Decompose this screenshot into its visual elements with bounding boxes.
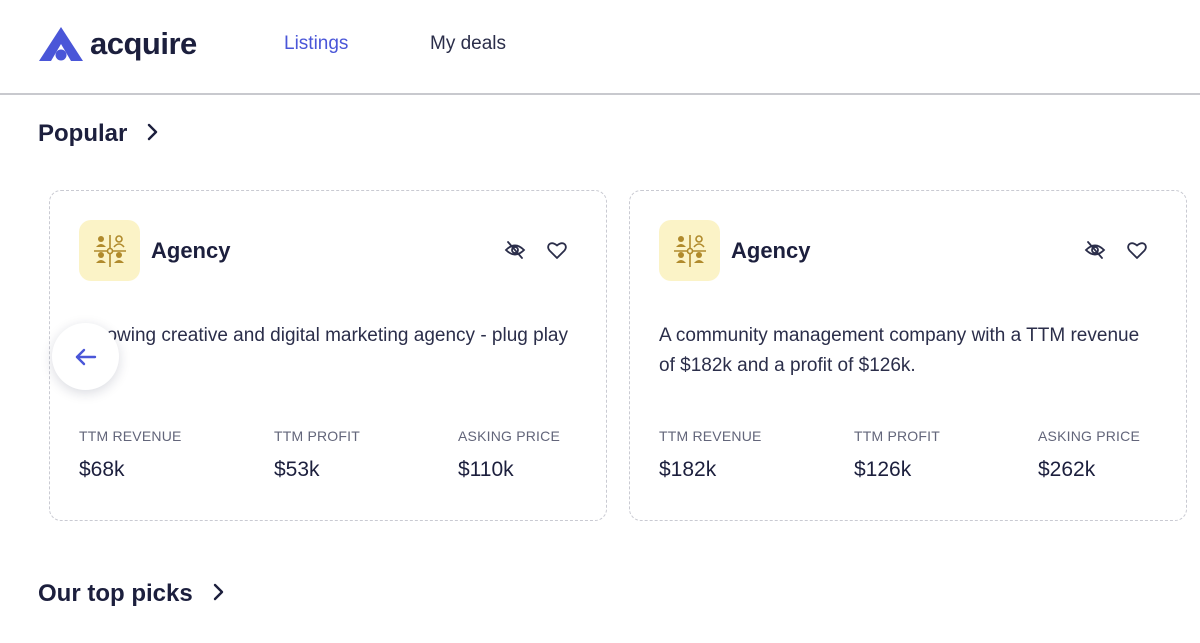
metric-value: $262k — [1038, 458, 1096, 481]
metric-ttm-profit: TTM PROFIT $53k — [274, 427, 360, 483]
popular-carousel: Agency t growing creative and digital ma… — [0, 188, 1200, 524]
logo-text: acquire — [90, 26, 197, 61]
top-picks-title-text: Our top picks — [38, 580, 193, 607]
metric-label: ASKING PRICE — [1038, 428, 1140, 444]
acquire-logo[interactable]: acquire — [38, 26, 197, 62]
metric-value: $68k — [79, 458, 125, 481]
metric-ttm-revenue: TTM REVENUE $182k — [659, 427, 762, 483]
metric-label: TTM REVENUE — [659, 428, 762, 444]
metric-asking-price: ASKING PRICE $262k — [1038, 427, 1140, 483]
top-header: acquire Listings My deals — [0, 0, 1200, 95]
nav-my-deals[interactable]: My deals — [430, 32, 506, 56]
listing-description: A community management company with a TT… — [659, 325, 1140, 376]
popular-title-text: Popular — [38, 120, 128, 147]
heart-icon[interactable] — [1126, 239, 1148, 261]
acquire-logo-icon — [39, 27, 83, 61]
listing-description: t growing creative and digital marketing… — [79, 325, 568, 346]
listing-card[interactable]: Agency A community management company wi… — [629, 190, 1187, 521]
people-network-icon — [659, 220, 720, 281]
metric-value: $182k — [659, 458, 717, 481]
chevron-right-icon[interactable] — [145, 119, 159, 149]
arrow-left-icon — [75, 348, 96, 365]
metric-ttm-profit: TTM PROFIT $126k — [854, 427, 940, 483]
metric-label: TTM PROFIT — [274, 428, 360, 444]
chevron-right-icon[interactable] — [211, 579, 225, 609]
top-picks-section-title[interactable]: Our top picks — [38, 579, 225, 609]
metric-asking-price: ASKING PRICE $110k — [458, 427, 560, 483]
metric-value: $53k — [274, 458, 320, 481]
metric-label: ASKING PRICE — [458, 428, 560, 444]
metric-value: $126k — [854, 458, 912, 481]
people-network-icon — [79, 220, 140, 281]
carousel-prev-button[interactable] — [52, 323, 119, 390]
metric-ttm-revenue: TTM REVENUE $68k — [79, 427, 182, 483]
metric-value: $110k — [458, 458, 514, 481]
eye-off-icon[interactable] — [1084, 239, 1106, 261]
metric-label: TTM REVENUE — [79, 428, 182, 444]
nav-listings[interactable]: Listings — [284, 32, 348, 56]
metric-label: TTM PROFIT — [854, 428, 940, 444]
category-label: Agency — [151, 238, 231, 263]
eye-off-icon[interactable] — [504, 239, 526, 261]
listing-card[interactable]: Agency t growing creative and digital ma… — [49, 190, 607, 521]
category-label: Agency — [731, 238, 811, 263]
popular-section-title[interactable]: Popular — [38, 119, 159, 149]
heart-icon[interactable] — [546, 239, 568, 261]
